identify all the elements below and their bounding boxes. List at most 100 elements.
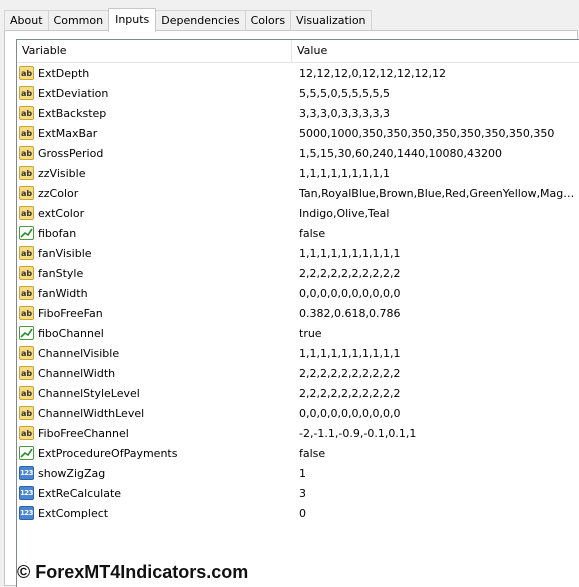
value-cell[interactable]: 1,1,1,1,1,1,1,1,1,1: [292, 247, 579, 260]
column-header-variable[interactable]: Variable: [17, 40, 292, 62]
tab-dependencies[interactable]: Dependencies: [155, 10, 246, 31]
string-type-icon: ab: [19, 246, 34, 260]
variable-cell: ab zzVisible: [17, 166, 292, 180]
table-row[interactable]: ab zzColor Tan,RoyalBlue,Brown,Blue,Red,Gr…: [17, 183, 579, 203]
value-cell[interactable]: 1,1,1,1,1,1,1,1,1: [292, 167, 579, 180]
table-row[interactable]: ab fanStyle 2,2,2,2,2,2,2,2,2,2: [17, 263, 579, 283]
value-cell[interactable]: 2,2,2,2,2,2,2,2,2,2: [292, 267, 579, 280]
value-cell[interactable]: 5000,1000,350,350,350,350,350,350,350,35…: [292, 127, 579, 140]
variable-cell: ab ChannelStyleLevel: [17, 386, 292, 400]
string-type-icon: ab: [19, 86, 34, 100]
value-cell[interactable]: 5,5,5,0,5,5,5,5,5: [292, 87, 579, 100]
table-row[interactable]: 123 ExtReCalculate 3: [17, 483, 579, 503]
column-header-value[interactable]: Value: [292, 40, 327, 62]
grid-rows: ab ExtDepth 12,12,12,0,12,12,12,12,12 ab Ext…: [17, 63, 579, 523]
string-type-icon: ab: [19, 366, 34, 380]
variable-cell: ab fanWidth: [17, 286, 292, 300]
table-row[interactable]: ab fanWidth 0,0,0,0,0,0,0,0,0,0: [17, 283, 579, 303]
table-row[interactable]: 123 showZigZag 1: [17, 463, 579, 483]
value-cell[interactable]: 1,1,1,1,1,1,1,1,1,1: [292, 347, 579, 360]
variable-name: fibofan: [38, 226, 77, 240]
variable-cell: 123 showZigZag: [17, 466, 292, 480]
value-cell[interactable]: 1: [292, 467, 579, 480]
table-row[interactable]: ab ExtDepth 12,12,12,0,12,12,12,12,12: [17, 63, 579, 83]
string-type-icon: ab: [19, 406, 34, 420]
value-cell[interactable]: true: [292, 327, 579, 340]
string-type-icon: ab: [19, 286, 34, 300]
variable-name: ChannelWidthLevel: [38, 406, 145, 420]
table-row[interactable]: ab ChannelVisible 1,1,1,1,1,1,1,1,1,1: [17, 343, 579, 363]
table-row[interactable]: 123 ExtComplect 0: [17, 503, 579, 523]
variable-cell: ab ChannelWidth: [17, 366, 292, 380]
value-cell[interactable]: 2,2,2,2,2,2,2,2,2,2: [292, 387, 579, 400]
variable-name: ExtProcedureOfPayments: [38, 446, 178, 460]
table-row[interactable]: ab FiboFreeFan 0.382,0.618,0.786: [17, 303, 579, 323]
bool-type-icon: [19, 446, 34, 460]
variable-cell: ab ChannelWidthLevel: [17, 406, 292, 420]
variable-name: showZigZag: [38, 466, 106, 480]
string-type-icon: ab: [19, 106, 34, 120]
value-cell[interactable]: 0.382,0.618,0.786: [292, 307, 579, 320]
variable-cell: fibofan: [17, 226, 292, 240]
string-type-icon: ab: [19, 386, 34, 400]
variable-cell: ab zzColor: [17, 186, 292, 200]
table-row[interactable]: ab ChannelWidth 2,2,2,2,2,2,2,2,2,2: [17, 363, 579, 383]
table-row[interactable]: fiboChannel true: [17, 323, 579, 343]
table-row[interactable]: ab FiboFreeChannel -2,-1.1,-0.9,-0.1,0.1,1: [17, 423, 579, 443]
value-cell[interactable]: 3,3,3,0,3,3,3,3,3: [292, 107, 579, 120]
value-cell[interactable]: Tan,RoyalBlue,Brown,Blue,Red,GreenYellow…: [292, 187, 579, 200]
variable-name: FiboFreeChannel: [38, 426, 129, 440]
value-cell[interactable]: Indigo,Olive,Teal: [292, 207, 579, 220]
table-row[interactable]: ab extColor Indigo,Olive,Teal: [17, 203, 579, 223]
string-type-icon: ab: [19, 166, 34, 180]
table-row[interactable]: ab GrossPeriod 1,5,15,30,60,240,1440,10080…: [17, 143, 579, 163]
value-cell[interactable]: 12,12,12,0,12,12,12,12,12: [292, 67, 579, 80]
table-row[interactable]: ab fanVisible 1,1,1,1,1,1,1,1,1,1: [17, 243, 579, 263]
variable-cell: ab fanVisible: [17, 246, 292, 260]
watermark-text: © ForexMT4Indicators.com: [17, 562, 249, 582]
string-type-icon: ab: [19, 186, 34, 200]
inputs-panel: Variable Value ab ExtDepth 12,12,12,0,12,1…: [4, 30, 579, 587]
value-cell[interactable]: 1,5,15,30,60,240,1440,10080,43200: [292, 147, 579, 160]
string-type-icon: ab: [19, 306, 34, 320]
string-type-icon: ab: [19, 266, 34, 280]
variable-cell: ab ExtBackstep: [17, 106, 292, 120]
bool-type-icon: [19, 326, 34, 340]
table-row[interactable]: ab ExtMaxBar 5000,1000,350,350,350,350,350…: [17, 123, 579, 143]
value-cell[interactable]: 0,0,0,0,0,0,0,0,0,0: [292, 287, 579, 300]
table-row[interactable]: ab ExtBackstep 3,3,3,0,3,3,3,3,3: [17, 103, 579, 123]
table-row[interactable]: ab ChannelStyleLevel 2,2,2,2,2,2,2,2,2,2: [17, 383, 579, 403]
variable-cell: 123 ExtComplect: [17, 506, 292, 520]
tab-inputs[interactable]: Inputs: [108, 8, 157, 32]
tab-about[interactable]: About: [4, 10, 49, 31]
integer-type-icon: 123: [19, 466, 34, 480]
table-row[interactable]: fibofan false: [17, 223, 579, 243]
table-row[interactable]: ab ChannelWidthLevel 0,0,0,0,0,0,0,0,0,0: [17, 403, 579, 423]
value-cell[interactable]: -2,-1.1,-0.9,-0.1,0.1,1: [292, 427, 579, 440]
table-row[interactable]: ExtProcedureOfPayments false: [17, 443, 579, 463]
value-cell[interactable]: false: [292, 227, 579, 240]
variable-name: zzColor: [38, 186, 79, 200]
variable-cell: ExtProcedureOfPayments: [17, 446, 292, 460]
variable-cell: ab FiboFreeChannel: [17, 426, 292, 440]
value-cell[interactable]: 3: [292, 487, 579, 500]
tab-common[interactable]: Common: [47, 10, 110, 31]
table-row[interactable]: ab zzVisible 1,1,1,1,1,1,1,1,1: [17, 163, 579, 183]
table-row[interactable]: ab ExtDeviation 5,5,5,0,5,5,5,5,5: [17, 83, 579, 103]
tab-colors[interactable]: Colors: [244, 10, 292, 31]
variable-name: GrossPeriod: [38, 146, 104, 160]
tab-strip: About Common Inputs Dependencies Colors Visua…: [4, 8, 372, 32]
bool-type-icon: [19, 226, 34, 240]
value-cell[interactable]: 0,0,0,0,0,0,0,0,0,0: [292, 407, 579, 420]
string-type-icon: ab: [19, 426, 34, 440]
variable-name: ChannelVisible: [38, 346, 120, 360]
value-cell[interactable]: 0: [292, 507, 579, 520]
integer-type-icon: 123: [19, 506, 34, 520]
value-cell[interactable]: false: [292, 447, 579, 460]
integer-type-icon: 123: [19, 486, 34, 500]
value-cell[interactable]: 2,2,2,2,2,2,2,2,2,2: [292, 367, 579, 380]
variable-name: fanVisible: [38, 246, 92, 260]
variable-name: fiboChannel: [38, 326, 104, 340]
tab-visualization[interactable]: Visualization: [290, 10, 372, 31]
variable-cell: 123 ExtReCalculate: [17, 486, 292, 500]
